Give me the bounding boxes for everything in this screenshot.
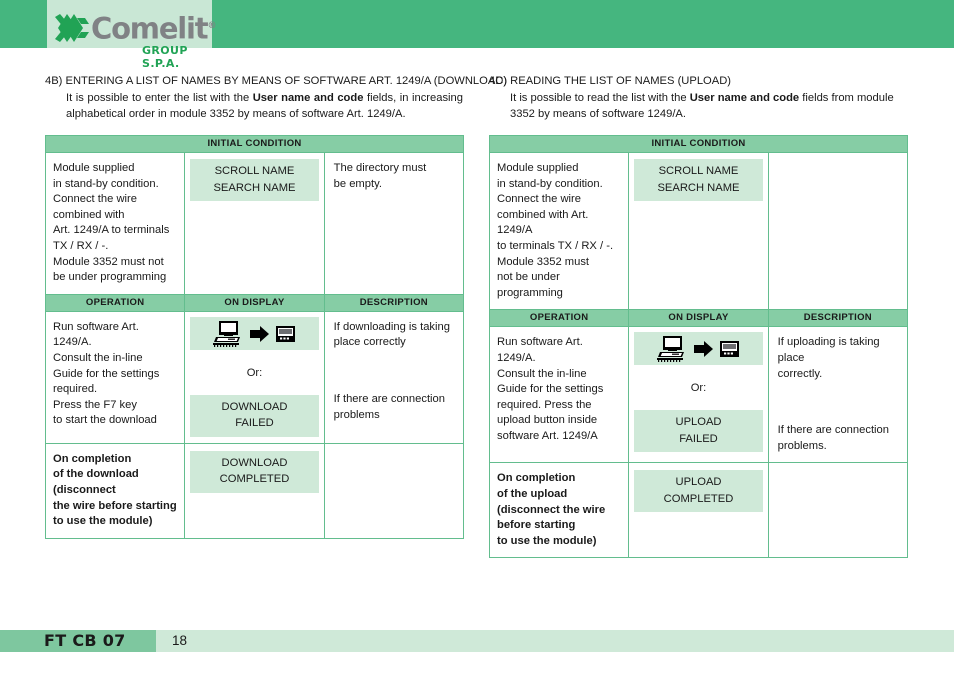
download-completion-display-cell: DOWNLOAD COMPLETED (184, 442, 325, 539)
pc-to-module-transfer-icon (190, 316, 319, 350)
table-header-row: INITIAL CONDITION (489, 135, 908, 153)
footer-page-number: 18 (172, 633, 188, 648)
logo-word-text: Comelit (91, 11, 209, 46)
section-4c-title: 4C) READING THE LIST OF NAMES (UPLOAD) (489, 75, 732, 87)
section-4c-body-pre: It is possible to read the list with the (510, 92, 690, 104)
right-arrow-icon (250, 325, 270, 342)
initial-condition-operation-cell: Module supplied in stand-by condition. C… (488, 151, 630, 311)
upload-description-bottom: If there are connection problems. (777, 424, 889, 452)
section-4b-title: 4B) ENTERING A LIST OF NAMES BY MEANS OF… (45, 75, 508, 87)
desktop-computer-icon (213, 320, 241, 347)
download-procedure-table: INITIAL CONDITION Module supplied in sta… (44, 135, 465, 539)
comelit-wordmark: Comelit® (91, 10, 216, 45)
table-row: Module supplied in stand-by condition. C… (488, 151, 909, 311)
registered-trademark-icon: ® (207, 21, 217, 31)
initial-condition-description-cell: The directory must be empty. (323, 152, 465, 295)
table-column-header-row: OPERATION ON DISPLAY DESCRIPTION (44, 293, 465, 312)
column-header-on-display: ON DISPLAY (184, 293, 325, 312)
download-completion-description-cell (323, 442, 465, 539)
column-header-on-display: ON DISPLAY (628, 309, 769, 328)
section-4c-body: It is possible to read the list with the… (510, 91, 909, 122)
table-row: Module supplied in stand-by condition. C… (44, 152, 465, 295)
section-4b-body: It is possible to enter the list with th… (66, 91, 465, 122)
upload-completion-display-cell: UPLOAD COMPLETED (628, 462, 769, 559)
initial-condition-operation-cell: Module supplied in stand-by condition. C… (44, 152, 186, 295)
download-completion-description-text (325, 444, 463, 460)
table-row: On completion of the upload (disconnect … (488, 462, 909, 559)
section-4b-intro: 4B) ENTERING A LIST OF NAMES BY MEANS OF… (45, 74, 508, 122)
download-operation-cell: Run software Art. 1249/A. Consult the in… (44, 310, 186, 444)
right-arrow-icon (694, 341, 714, 358)
section-4c-intro: 4C) READING THE LIST OF NAMES (UPLOAD) I… (489, 74, 909, 122)
download-completed-box: DOWNLOAD COMPLETED (190, 450, 319, 493)
upload-completed-box: UPLOAD COMPLETED (634, 470, 763, 513)
table-row: Run software Art. 1249/A. Consult the in… (44, 310, 465, 444)
column-header-operation: OPERATION (488, 309, 630, 328)
initial-condition-header: INITIAL CONDITION (489, 135, 908, 153)
pc-to-module-transfer-icon (634, 332, 763, 366)
upload-completion-description-cell (767, 462, 909, 559)
column-header-description: DESCRIPTION (767, 309, 909, 328)
footer-document-code: FT CB 07 (44, 631, 126, 650)
upload-completion-description-text (769, 463, 907, 479)
download-display-cell: Or: DOWNLOAD FAILED (184, 310, 325, 444)
download-operation-text: Run software Art. 1249/A. Consult the in… (53, 320, 160, 427)
initial-condition-header: INITIAL CONDITION (45, 135, 464, 153)
upload-display-cell: Or: UPLOAD FAILED (628, 326, 769, 464)
table-column-header-row: OPERATION ON DISPLAY DESCRIPTION (488, 309, 909, 328)
desktop-computer-icon (657, 336, 685, 363)
download-completion-operation-cell: On completion of the download (disconnec… (44, 442, 186, 539)
door-entry-module-display-icon (276, 325, 296, 342)
initial-condition-operation-text: Module supplied in stand-by condition. C… (497, 162, 614, 299)
upload-operation-text: Run software Art. 1249/A. Consult the in… (497, 336, 604, 442)
upload-completion-operation-cell: On completion of the upload (disconnect … (488, 462, 630, 559)
download-description-cell: If downloading is taking place correctly… (323, 310, 465, 444)
upload-description-top: If uploading is taking place correctly. (777, 336, 880, 380)
upload-or-label: Or: (690, 382, 707, 395)
scroll-search-name-box: SCROLL NAME SEARCH NAME (190, 159, 319, 201)
initial-condition-description-cell (767, 151, 909, 311)
section-4c-body-bold: User name and code (689, 92, 800, 104)
door-entry-module-display-icon (720, 341, 740, 358)
section-4b-body-bold: User name and code (252, 92, 364, 104)
download-completion-operation-text: On completion of the download (disconnec… (53, 452, 177, 528)
scroll-search-name-box: SCROLL NAME SEARCH NAME (634, 159, 763, 201)
initial-condition-display-cell: SCROLL NAME SEARCH NAME (184, 152, 325, 295)
upload-description-cell: If uploading is taking place correctly. … (767, 326, 909, 464)
table-row: On completion of the download (disconnec… (44, 442, 465, 539)
comelit-logo: Comelit® GROUP S.P.A. (47, 0, 227, 70)
table-header-row: INITIAL CONDITION (45, 135, 464, 153)
upload-completion-operation-text: On completion of the upload (disconnect … (497, 472, 606, 547)
table-row: Run software Art. 1249/A. Consult the in… (488, 326, 909, 464)
upload-failed-box: UPLOAD FAILED (634, 410, 763, 453)
download-or-label: Or: (246, 366, 263, 379)
initial-condition-operation-text: Module supplied in stand-by condition. C… (53, 162, 170, 284)
column-header-description: DESCRIPTION (323, 293, 465, 312)
initial-condition-display-cell: SCROLL NAME SEARCH NAME (628, 151, 769, 311)
column-header-operation: OPERATION (44, 293, 186, 312)
download-description-top: If downloading is taking place correctly (333, 320, 450, 349)
initial-condition-description-text (769, 153, 907, 169)
download-description-bottom: If there are connection problems (333, 392, 445, 421)
section-4b-body-pre: It is possible to enter the list with th… (66, 92, 253, 104)
comelit-diamond-mark-icon (55, 14, 89, 42)
comelit-subtitle: GROUP S.P.A. (142, 44, 188, 70)
download-failed-box: DOWNLOAD FAILED (190, 394, 319, 437)
initial-condition-description-text: The directory must be empty. (333, 162, 427, 190)
upload-procedure-table: INITIAL CONDITION Module supplied in sta… (488, 135, 909, 559)
upload-operation-cell: Run software Art. 1249/A. Consult the in… (488, 326, 630, 464)
